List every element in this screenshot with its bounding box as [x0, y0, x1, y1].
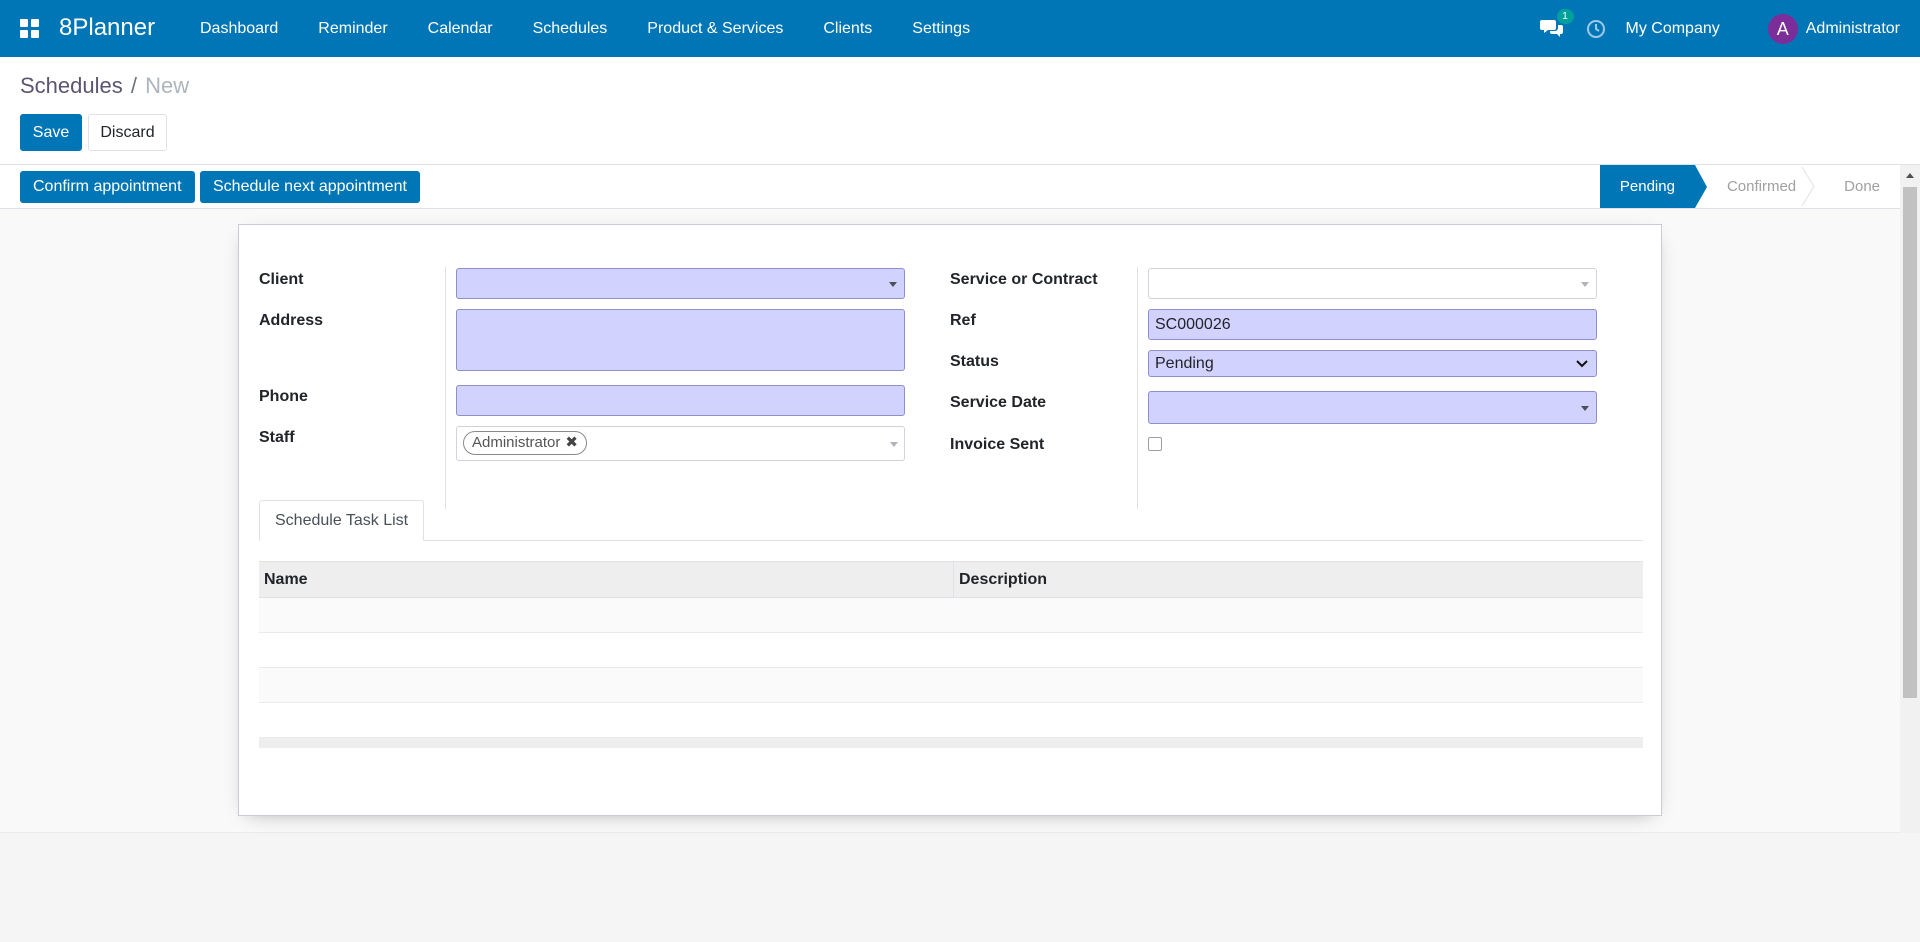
- schedule-next-appointment-button[interactable]: Schedule next appointment: [200, 171, 420, 203]
- chevron-down-icon: [1576, 360, 1588, 368]
- breadcrumb-separator: /: [130, 73, 137, 98]
- stage-pending[interactable]: Pending: [1599, 165, 1708, 208]
- discard-button[interactable]: Discard: [88, 114, 167, 151]
- table-row: [259, 598, 1643, 633]
- staff-dropdown-icon[interactable]: [890, 441, 898, 447]
- stage-done[interactable]: Done: [1816, 165, 1900, 208]
- staff-tag: Administrator ✖: [463, 431, 587, 455]
- table-row: [259, 703, 1643, 738]
- task-list-table: Name Description: [259, 561, 1643, 748]
- remove-tag-icon[interactable]: ✖: [565, 434, 578, 451]
- stage-confirmed-label: Confirmed: [1726, 178, 1797, 195]
- staff-many2many-field[interactable]: Administrator ✖: [456, 426, 905, 461]
- apps-grid-icon[interactable]: [20, 19, 40, 39]
- service-contract-label: Service or Contract: [950, 271, 1098, 288]
- column-header-name[interactable]: Name: [259, 562, 954, 597]
- staff-label: Staff: [259, 429, 295, 446]
- ref-label: Ref: [950, 312, 976, 329]
- chat-icon[interactable]: 1: [1539, 8, 1574, 41]
- right-group-divider: [1137, 267, 1138, 509]
- avatar: A: [1767, 13, 1798, 44]
- client-label: Client: [259, 271, 304, 288]
- control-panel: Schedules / New Save Discard: [0, 57, 1920, 165]
- breadcrumb-schedules[interactable]: Schedules: [20, 73, 123, 98]
- ref-field[interactable]: SC000026: [1148, 309, 1597, 340]
- menu-item-settings[interactable]: Settings: [892, 0, 990, 57]
- user-name: Administrator: [1805, 19, 1900, 37]
- table-row: [259, 668, 1643, 703]
- date-dropdown-icon[interactable]: [1581, 406, 1589, 411]
- client-select[interactable]: [456, 268, 905, 299]
- address-label: Address: [259, 312, 324, 329]
- navbar-systray: 1 My Company A Administrator: [1539, 0, 1920, 57]
- breadcrumb: Schedules / New: [20, 72, 189, 100]
- menu-item-dashboard[interactable]: Dashboard: [180, 0, 298, 57]
- scroll-up-arrow-icon[interactable]: [1906, 173, 1914, 178]
- table-header: Name Description: [259, 561, 1643, 598]
- phone-field[interactable]: [456, 385, 905, 416]
- stage-confirmed[interactable]: Confirmed: [1695, 165, 1816, 208]
- scrollbar-thumb[interactable]: [1903, 187, 1917, 698]
- status-stages: Pending Confirmed Done: [1599, 165, 1900, 208]
- left-group-divider: [445, 267, 446, 509]
- client-dropdown-icon[interactable]: [889, 282, 897, 287]
- status-select[interactable]: Pending: [1148, 350, 1597, 377]
- menu-item-clients[interactable]: Clients: [803, 0, 892, 57]
- menu-item-reminder[interactable]: Reminder: [298, 0, 407, 57]
- user-menu[interactable]: A Administrator: [1767, 13, 1900, 44]
- service-date-field[interactable]: [1148, 391, 1597, 424]
- form-statusbar: Confirm appointment Schedule next appoin…: [0, 165, 1900, 209]
- service-contract-select[interactable]: [1148, 268, 1597, 299]
- breadcrumb-current: New: [145, 73, 190, 98]
- notification-badge: 1: [1556, 8, 1574, 24]
- save-button[interactable]: Save: [20, 114, 82, 151]
- stage-done-label: Done: [1844, 178, 1880, 195]
- form-sheet: Client Address Phone Staff Administrator…: [238, 224, 1662, 816]
- table-row: [259, 633, 1643, 668]
- table-footer: [259, 738, 1643, 748]
- company-switcher[interactable]: My Company: [1626, 20, 1720, 38]
- invoice-sent-checkbox[interactable]: [1148, 437, 1162, 451]
- menu-item-product-services[interactable]: Product & Services: [627, 0, 803, 57]
- brand-title[interactable]: 8Planner: [59, 13, 155, 43]
- top-navbar: 8Planner Dashboard Reminder Calendar Sch…: [0, 0, 1920, 57]
- notebook-tab-line: [259, 540, 1643, 541]
- invoice-sent-label: Invoice Sent: [950, 436, 1045, 453]
- menu-item-schedules[interactable]: Schedules: [513, 0, 628, 57]
- staff-tag-label: Administrator: [472, 434, 561, 451]
- tab-schedule-task-list[interactable]: Schedule Task List: [259, 500, 425, 541]
- menu-item-calendar[interactable]: Calendar: [408, 0, 513, 57]
- confirm-appointment-button[interactable]: Confirm appointment: [20, 171, 195, 203]
- status-label: Status: [950, 353, 999, 370]
- main-menu: Dashboard Reminder Calendar Schedules Pr…: [180, 0, 990, 57]
- service-dropdown-icon[interactable]: [1581, 282, 1589, 287]
- service-date-label: Service Date: [950, 394, 1047, 411]
- vertical-scrollbar[interactable]: [1900, 165, 1920, 833]
- address-textarea[interactable]: [456, 309, 905, 371]
- column-header-description[interactable]: Description: [954, 562, 1047, 597]
- clock-icon[interactable]: [1586, 19, 1606, 39]
- phone-label: Phone: [259, 388, 308, 405]
- status-selected-value: Pending: [1155, 355, 1214, 372]
